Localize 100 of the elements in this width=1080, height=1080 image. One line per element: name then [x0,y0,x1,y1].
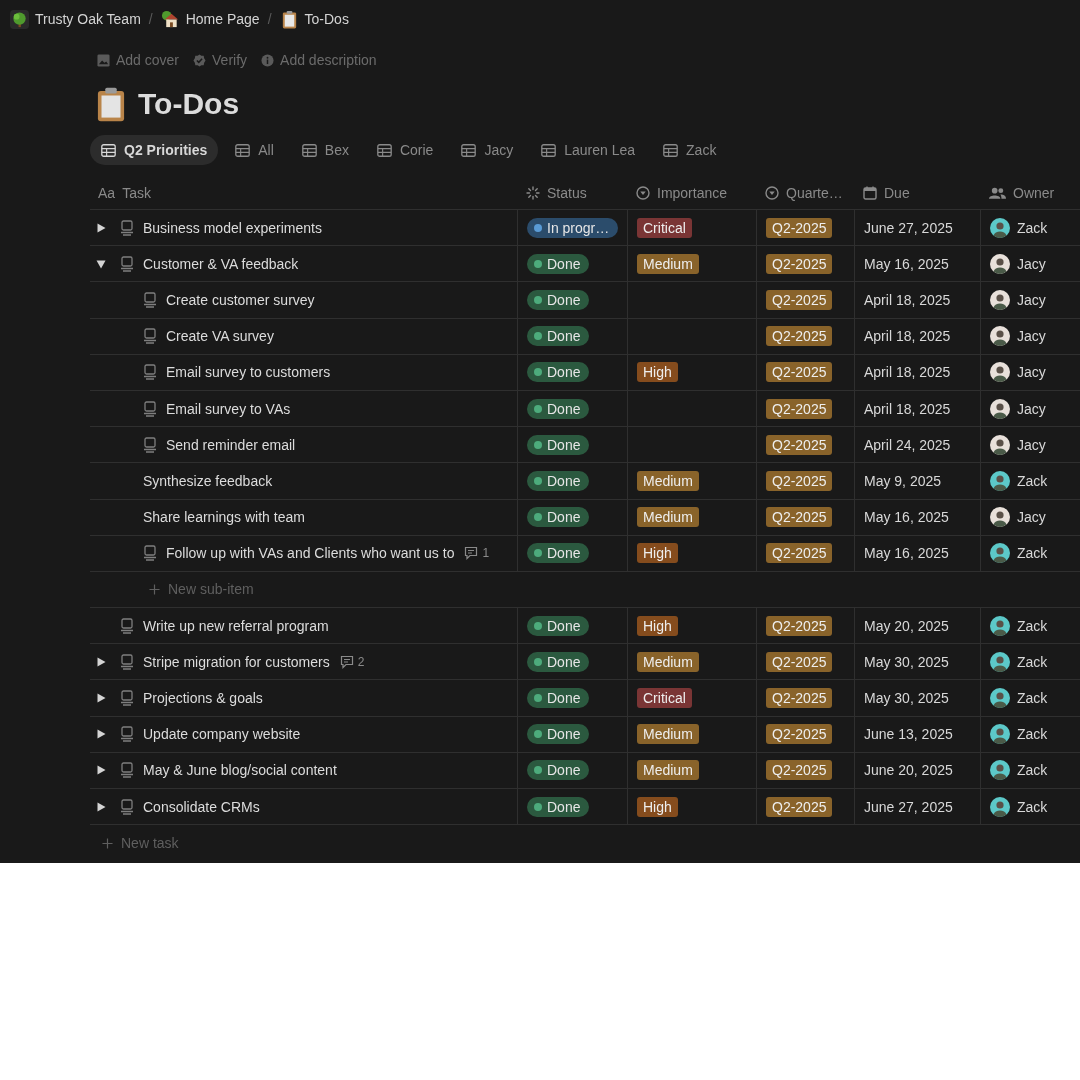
status-tag: Done [527,398,590,419]
status-tag: Done [527,253,590,274]
column-header[interactable]: Aa Task [90,177,518,209]
owner-name: Zack [1017,219,1048,236]
view-tab[interactable]: Bex [290,135,360,165]
task-cell[interactable]: Stripe migration for customers 2 [90,644,518,680]
status-tag: Done [527,760,590,781]
dropdown-circle-icon [636,186,650,200]
due-date: May 20, 2025 [864,617,949,634]
view-tab[interactable]: Corie [365,135,445,165]
due-date: June 20, 2025 [864,762,953,779]
owner-name: Jacy [1017,291,1046,308]
status-tag: Done [527,326,590,347]
task-cell[interactable]: Follow up with VAs and Clients who want us to 1 [90,535,518,571]
owner-name: Zack [1017,762,1048,779]
column-header[interactable]: Importance [628,177,757,209]
column-header[interactable]: Owner [981,177,1080,209]
importance-tag: Critical [637,688,692,709]
toggle-triangle-icon[interactable] [96,729,106,740]
comment-count: 1 [482,546,490,561]
task-cell[interactable]: Email survey to customers [90,354,518,390]
toggle-triangle-icon[interactable] [96,222,106,233]
view-tab[interactable]: All [224,135,285,165]
quarter-tag: Q2-2025 [766,362,833,383]
due-date: June 27, 2025 [864,798,953,815]
due-date: April 24, 2025 [864,436,951,453]
info-icon [261,53,275,67]
quarter-tag: Q2-2025 [766,289,833,310]
task-cell[interactable]: May & June blog/social content [90,752,518,788]
owner-name: Zack [1017,690,1048,707]
due-date: June 27, 2025 [864,219,953,236]
breadcrumb-link[interactable]: Trusty Oak Team [10,9,141,29]
toggle-triangle-icon[interactable] [96,258,106,269]
column-header[interactable]: Status [518,177,628,209]
task-cell[interactable]: Update company website [90,716,518,752]
toggle-triangle-icon[interactable] [96,693,106,704]
page-title: To-Dos [138,87,240,121]
view-tab[interactable]: Zack [652,135,728,165]
table-icon [101,143,116,157]
comment-icon [464,546,479,561]
due-date: May 16, 2025 [864,509,949,526]
plus-icon [102,837,113,849]
status-tag: Done [527,543,590,564]
status-tag: Done [527,507,590,528]
importance-tag: High [637,543,678,564]
task-cell[interactable]: Share learnings with team [90,499,518,535]
status-tag: Done [527,724,590,745]
task-cell[interactable]: Projections & goals [90,680,518,716]
view-tab[interactable]: Jacy [450,135,525,165]
quarter-tag: Q2-2025 [766,253,833,274]
due-date: May 16, 2025 [864,545,949,562]
quarter-tag: Q2-2025 [766,796,833,817]
due-date: May 30, 2025 [864,690,949,707]
task-cell[interactable]: Write up new referral program [90,608,518,644]
breadcrumb-link[interactable]: Home Page [160,9,260,29]
task-cell[interactable]: Consolidate CRMs [90,789,518,825]
breadcrumb-link[interactable]: To-Dos [279,9,349,29]
tree-icon [10,9,29,29]
toggle-triangle-icon[interactable] [96,765,106,776]
column-header[interactable]: Quarte… [757,177,855,209]
owner-name: Jacy [1017,436,1046,453]
status-tag: Done [527,362,590,383]
task-cell[interactable]: Create customer survey [90,282,518,318]
status-tag: Done [527,796,590,817]
importance-tag: Medium [637,651,699,672]
task-cell[interactable]: Business model experiments [90,210,518,246]
house-icon [160,9,180,29]
task-cell[interactable]: Synthesize feedback [90,463,518,499]
column-header[interactable]: Due [855,177,981,209]
quarter-tag: Q2-2025 [766,724,833,745]
owner-name: Jacy [1017,400,1046,417]
importance-tag: Medium [637,253,699,274]
dropdown-circle-icon [765,186,779,200]
toggle-triangle-icon[interactable] [96,801,106,812]
toggle-triangle-icon[interactable] [96,656,106,667]
due-date: April 18, 2025 [864,400,951,417]
importance-tag: Medium [637,724,699,745]
quarter-tag: Q2-2025 [766,688,833,709]
quarter-tag: Q2-2025 [766,398,833,419]
task-cell[interactable]: Customer & VA feedback [90,246,518,282]
quarter-tag: Q2-2025 [766,326,833,347]
quarter-tag: Q2-2025 [766,434,833,455]
plus-icon [149,583,160,595]
importance-tag: Medium [637,507,699,528]
view-tab[interactable]: Q2 Priorities [90,135,219,165]
quarter-tag: Q2-2025 [766,760,833,781]
owner-name: Zack [1017,472,1048,489]
view-tab[interactable]: Lauren Lea [530,135,647,165]
task-cell[interactable]: Email survey to VAs [90,390,518,427]
task-cell[interactable]: Send reminder email [90,427,518,463]
breadcrumb-separator: / [148,11,153,27]
status-tag: Done [527,289,590,310]
due-date: April 18, 2025 [864,364,951,381]
owner-name: Zack [1017,653,1048,670]
owner-name: Jacy [1017,255,1046,272]
importance-tag: Critical [637,217,692,238]
importance-tag: High [637,615,678,636]
task-cell[interactable]: Create VA survey [90,318,518,354]
status-tag: Done [527,470,590,491]
status-tag: Done [527,651,590,672]
